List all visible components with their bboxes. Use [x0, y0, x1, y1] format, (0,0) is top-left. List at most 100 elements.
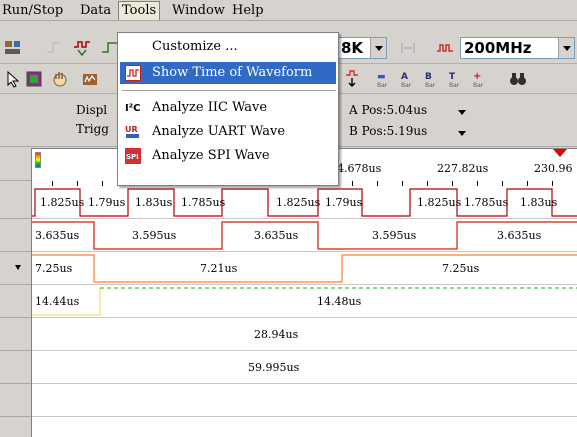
pulse-width-label: 59.995us: [248, 361, 300, 374]
ruler-label: 230.96: [534, 162, 573, 175]
menu-tools[interactable]: Tools: [118, 1, 161, 20]
waveform-trace: [32, 287, 577, 316]
svg-text:Bar: Bar: [377, 82, 388, 89]
channel-cell[interactable]: [0, 285, 31, 318]
menu-item-analyze-uart[interactable]: UR Analyze UART Wave: [120, 121, 336, 143]
tools-menu: Customize ... Show Time of Waveform I²C …: [117, 32, 339, 186]
channel-cell[interactable]: [0, 351, 31, 384]
svg-text:A: A: [401, 72, 408, 82]
depth-select[interactable]: 8K: [337, 37, 387, 59]
channel-cell[interactable]: [0, 148, 31, 181]
channel-cell[interactable]: [0, 318, 31, 351]
bar-t-icon[interactable]: T Bar: [448, 69, 468, 89]
bar-add-icon[interactable]: + Bar: [472, 69, 492, 89]
pulse-width-label: 1.79us: [325, 196, 363, 209]
cursor-marker-icon[interactable]: [553, 149, 567, 157]
ruler-label: 227.82us: [437, 162, 489, 175]
zoom-fit-icon[interactable]: [398, 38, 418, 58]
svg-text:▬: ▬: [377, 72, 386, 82]
sample-rate-value: 200MHz: [464, 39, 532, 57]
channel-cell[interactable]: [0, 252, 31, 285]
bar-ab-icon[interactable]: A Bar: [400, 69, 420, 89]
pointer-icon[interactable]: [3, 69, 23, 89]
svg-text:Bar: Bar: [449, 82, 460, 89]
menu-run-stop[interactable]: Run/Stop: [2, 3, 63, 19]
channel-cell[interactable]: [0, 186, 31, 219]
pulse-width-label: 7.25us: [442, 262, 480, 275]
pulse-width-label: 7.25us: [35, 262, 73, 275]
menu-item-analyze-spi[interactable]: SPI Analyze SPI Wave: [120, 145, 336, 167]
color-bar-icon: [35, 152, 41, 168]
chevron-down-icon[interactable]: [457, 107, 467, 117]
pulse-width-label: 14.44us: [35, 295, 80, 308]
waveform-row[interactable]: 3.635us 3.595us 3.635us 3.595us 3.635us: [32, 219, 577, 252]
waveform-row[interactable]: 14.44us 14.48us: [32, 285, 577, 318]
pulse-width-label: 7.21us: [200, 262, 238, 275]
pulse-width-label: 1.83us: [135, 196, 173, 209]
svg-text:B: B: [425, 72, 432, 82]
ruler-label: 4.678us: [337, 162, 382, 175]
pulse-width-label: 3.635us: [497, 229, 542, 242]
pulse-width-label: 1.825us: [417, 196, 462, 209]
pulse-width-label: 3.595us: [372, 229, 417, 242]
waveform-row[interactable]: 1.825us 1.79us 1.83us 1.785us 1.825us 1.…: [32, 186, 577, 219]
pulse-width-label: 3.635us: [254, 229, 299, 242]
trigger-label: Trigg: [76, 122, 109, 136]
select-area-icon[interactable]: [24, 69, 44, 89]
menu-item-analyze-iic[interactable]: I²C Analyze IIC Wave: [120, 97, 336, 119]
b-pos-readout: B Pos:5.19us: [349, 124, 428, 138]
waveform-trace: [32, 254, 577, 283]
waveform-row[interactable]: 28.94us: [32, 318, 577, 351]
a-pos-readout: A Pos:5.04us: [349, 103, 428, 117]
run-icon[interactable]: [3, 38, 23, 58]
spi-icon: SPI: [125, 148, 141, 164]
svg-text:Bar: Bar: [425, 82, 436, 89]
bar-b-icon[interactable]: B Bar: [424, 69, 444, 89]
pulse-width-label: 1.785us: [181, 196, 226, 209]
trigger-pattern-icon[interactable]: [72, 38, 92, 58]
pulse-width-label: 14.48us: [317, 295, 362, 308]
chevron-down-icon[interactable]: [457, 128, 467, 138]
chevron-down-icon[interactable]: [370, 38, 386, 58]
svg-text:I²C: I²C: [125, 103, 140, 114]
pulse-width-label: 3.635us: [35, 229, 80, 242]
menu-help[interactable]: Help: [232, 3, 264, 19]
bar-a-icon[interactable]: ▬ Bar: [376, 69, 396, 89]
trigger-rise-icon[interactable]: [44, 38, 64, 58]
channel-list: [0, 148, 32, 437]
menu-data[interactable]: Data: [80, 3, 111, 19]
iic-icon: I²C: [125, 100, 141, 116]
pulse-width-label: 1.825us: [40, 196, 85, 209]
waveform-trace: [32, 221, 577, 250]
waveform-row[interactable]: 7.25us 7.21us 7.25us: [32, 252, 577, 285]
pulse-width-label: 1.785us: [464, 196, 509, 209]
waveform-row[interactable]: [32, 384, 577, 417]
trigger-fall-icon[interactable]: [344, 69, 364, 89]
display-label: Displ: [76, 103, 108, 117]
sample-rate-icon: [435, 38, 455, 58]
svg-text:SPI: SPI: [126, 153, 139, 161]
chevron-down-icon[interactable]: [558, 38, 574, 58]
svg-text:Bar: Bar: [473, 82, 484, 89]
channel-cell[interactable]: [0, 219, 31, 252]
svg-text:Bar: Bar: [401, 82, 412, 89]
zoom-icon[interactable]: [80, 69, 100, 89]
chevron-down-icon[interactable]: [15, 265, 21, 270]
svg-text:T: T: [449, 72, 456, 82]
svg-text:UR: UR: [125, 125, 138, 134]
waveform-row[interactable]: 59.995us: [32, 351, 577, 384]
menu-item-show-time-of-waveform[interactable]: Show Time of Waveform: [120, 62, 336, 84]
sample-rate-select[interactable]: 200MHz: [460, 37, 575, 59]
pulse-width-label: 1.825us: [276, 196, 321, 209]
depth-value: 8K: [341, 39, 364, 57]
pulse-width-label: 28.94us: [254, 328, 299, 341]
pulse-width-label: 1.83us: [520, 196, 558, 209]
uart-icon: UR: [125, 124, 141, 140]
channel-cell[interactable]: [0, 384, 31, 417]
binoculars-icon[interactable]: [508, 69, 528, 89]
waveform-area[interactable]: 1.825us 1.79us 1.83us 1.785us 1.825us 1.…: [32, 186, 577, 437]
waveform-time-icon: [125, 65, 141, 81]
menu-window[interactable]: Window: [172, 3, 225, 19]
menu-item-customize[interactable]: Customize ...: [120, 36, 336, 58]
hand-icon[interactable]: [50, 69, 70, 89]
